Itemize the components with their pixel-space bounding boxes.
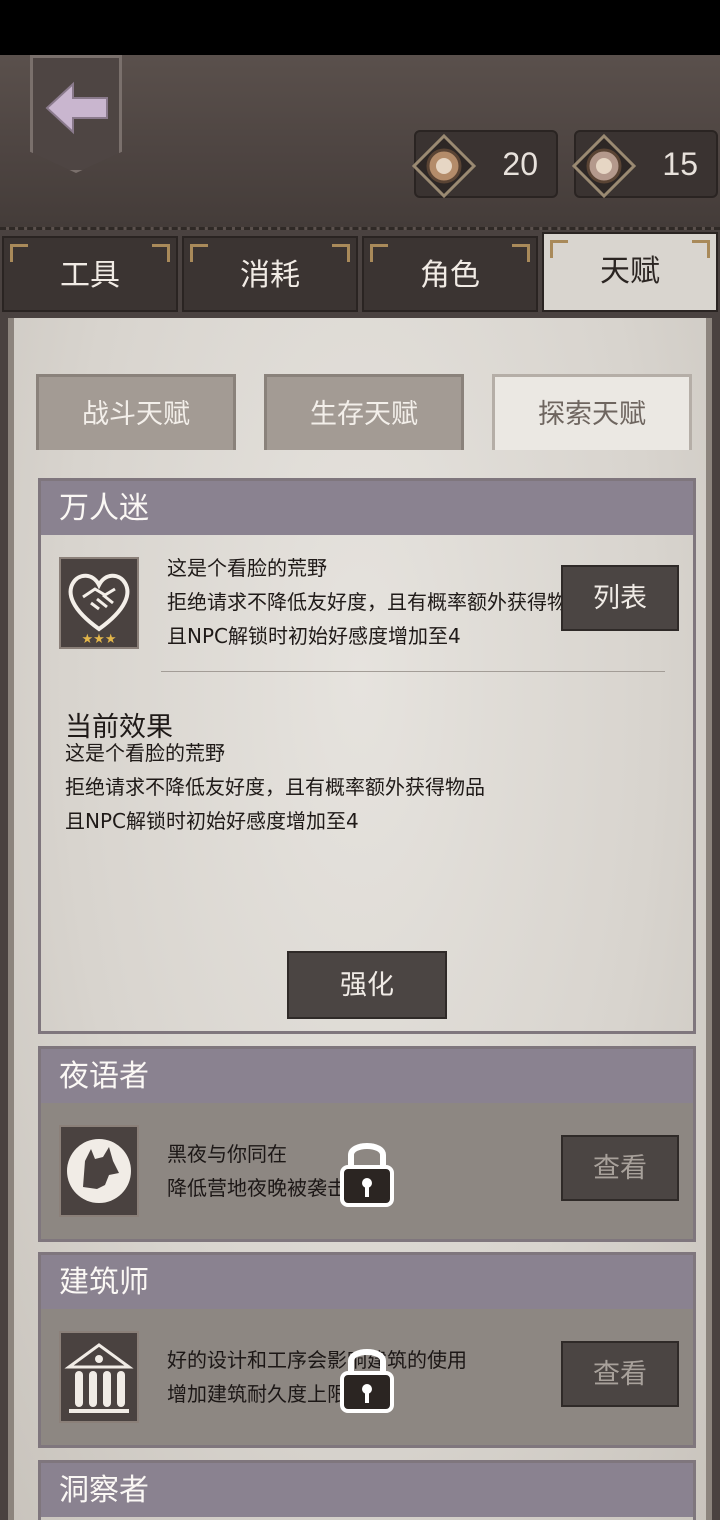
tab-talents[interactable]: 天赋 bbox=[542, 232, 718, 312]
view-button[interactable]: 查看 bbox=[561, 1341, 679, 1407]
talent-description: 这是个看脸的荒野 拒绝请求不降低友好度，且有概率额外获得物 且NPC解锁时初始好… bbox=[167, 551, 567, 653]
tab-tools[interactable]: 工具 bbox=[2, 236, 178, 312]
tab-characters[interactable]: 角色 bbox=[362, 236, 538, 312]
talent-card-locked: 建筑师 好的设计和工序会影响建筑的使用 增加建筑耐久度上限 查看 bbox=[38, 1252, 696, 1448]
effect-line: 且NPC解锁时初始好感度增加至4 bbox=[65, 809, 359, 833]
talent-name: 洞察者 bbox=[41, 1463, 693, 1517]
star-rating: ★★★ bbox=[82, 632, 117, 647]
talent-panel: 战斗天赋 生存天赋 探索天赋 万人迷 ★★★ 这是个看脸的荒野 拒绝请求不降低友… bbox=[8, 318, 712, 1520]
talent-icon: ★★★ bbox=[59, 557, 139, 649]
tab-label: 消耗 bbox=[240, 258, 300, 293]
currency-counter-coin: 20 bbox=[412, 130, 558, 198]
back-button[interactable] bbox=[30, 55, 122, 173]
talent-name: 建筑师 bbox=[41, 1255, 693, 1309]
handshake-heart-icon: ★★★ bbox=[68, 573, 130, 647]
coin-count: 20 bbox=[502, 146, 538, 182]
effect-line: 拒绝请求不降低友好度，且有概率额外获得物品 bbox=[65, 775, 485, 799]
top-header: 20 15 bbox=[0, 55, 720, 230]
description-line: 增加建筑耐久度上限 bbox=[167, 1382, 347, 1406]
view-button[interactable]: 查看 bbox=[561, 1135, 679, 1201]
description-line: 降低营地夜晚被袭击 bbox=[167, 1176, 347, 1200]
divider bbox=[161, 671, 665, 672]
tab-label: 天赋 bbox=[600, 254, 660, 289]
back-arrow-icon bbox=[45, 81, 108, 135]
wolf-icon bbox=[67, 1139, 131, 1203]
lock-icon bbox=[340, 1349, 394, 1413]
coin-icon bbox=[412, 134, 476, 198]
talent-card: 万人迷 ★★★ 这是个看脸的荒野 拒绝请求不降低友好度，且有概率额外获得物 且N… bbox=[38, 478, 696, 1034]
talent-description: 好的设计和工序会影响建筑的使用 增加建筑耐久度上限 bbox=[167, 1343, 467, 1411]
main-tabs: 工具 消耗 角色 天赋 bbox=[0, 232, 720, 312]
description-line: 黑夜与你同在 bbox=[167, 1142, 287, 1166]
tab-consumables[interactable]: 消耗 bbox=[182, 236, 358, 312]
description-line: 好的设计和工序会影响建筑的使用 bbox=[167, 1348, 467, 1372]
effect-line: 这是个看脸的荒野 bbox=[65, 741, 225, 765]
enhance-button[interactable]: 强化 bbox=[287, 951, 447, 1019]
description-line: 拒绝请求不降低友好度，且有概率额外获得物 bbox=[167, 590, 567, 614]
talent-description: 黑夜与你同在 降低营地夜晚被袭击 bbox=[167, 1137, 347, 1205]
subtab-label: 探索天赋 bbox=[538, 399, 646, 430]
talent-card-locked: 夜语者 黑夜与你同在 降低营地夜晚被袭击 查看 bbox=[38, 1046, 696, 1242]
tab-label: 角色 bbox=[420, 258, 480, 293]
subtab-label: 战斗天赋 bbox=[82, 399, 190, 430]
list-button[interactable]: 列表 bbox=[561, 565, 679, 631]
talent-card-partial: 洞察者 bbox=[38, 1460, 696, 1520]
subtab-exploration[interactable]: 探索天赋 bbox=[492, 374, 692, 450]
lock-icon bbox=[340, 1143, 394, 1207]
description-line: 且NPC解锁时初始好感度增加至4 bbox=[167, 624, 461, 648]
subtab-combat[interactable]: 战斗天赋 bbox=[36, 374, 236, 450]
talent-name: 夜语者 bbox=[41, 1049, 693, 1103]
tab-label: 工具 bbox=[60, 258, 120, 293]
description-line: 这是个看脸的荒野 bbox=[167, 556, 327, 580]
building-icon bbox=[64, 1343, 134, 1413]
talent-name: 万人迷 bbox=[41, 481, 693, 535]
talent-icon bbox=[59, 1125, 139, 1217]
talent-icon bbox=[59, 1331, 139, 1423]
subtab-label: 生存天赋 bbox=[310, 399, 418, 430]
status-bar bbox=[0, 0, 720, 55]
subtab-survival[interactable]: 生存天赋 bbox=[264, 374, 464, 450]
currency-counter-gem: 15 bbox=[572, 130, 718, 198]
gem-icon bbox=[572, 134, 636, 198]
gem-count: 15 bbox=[662, 146, 698, 182]
